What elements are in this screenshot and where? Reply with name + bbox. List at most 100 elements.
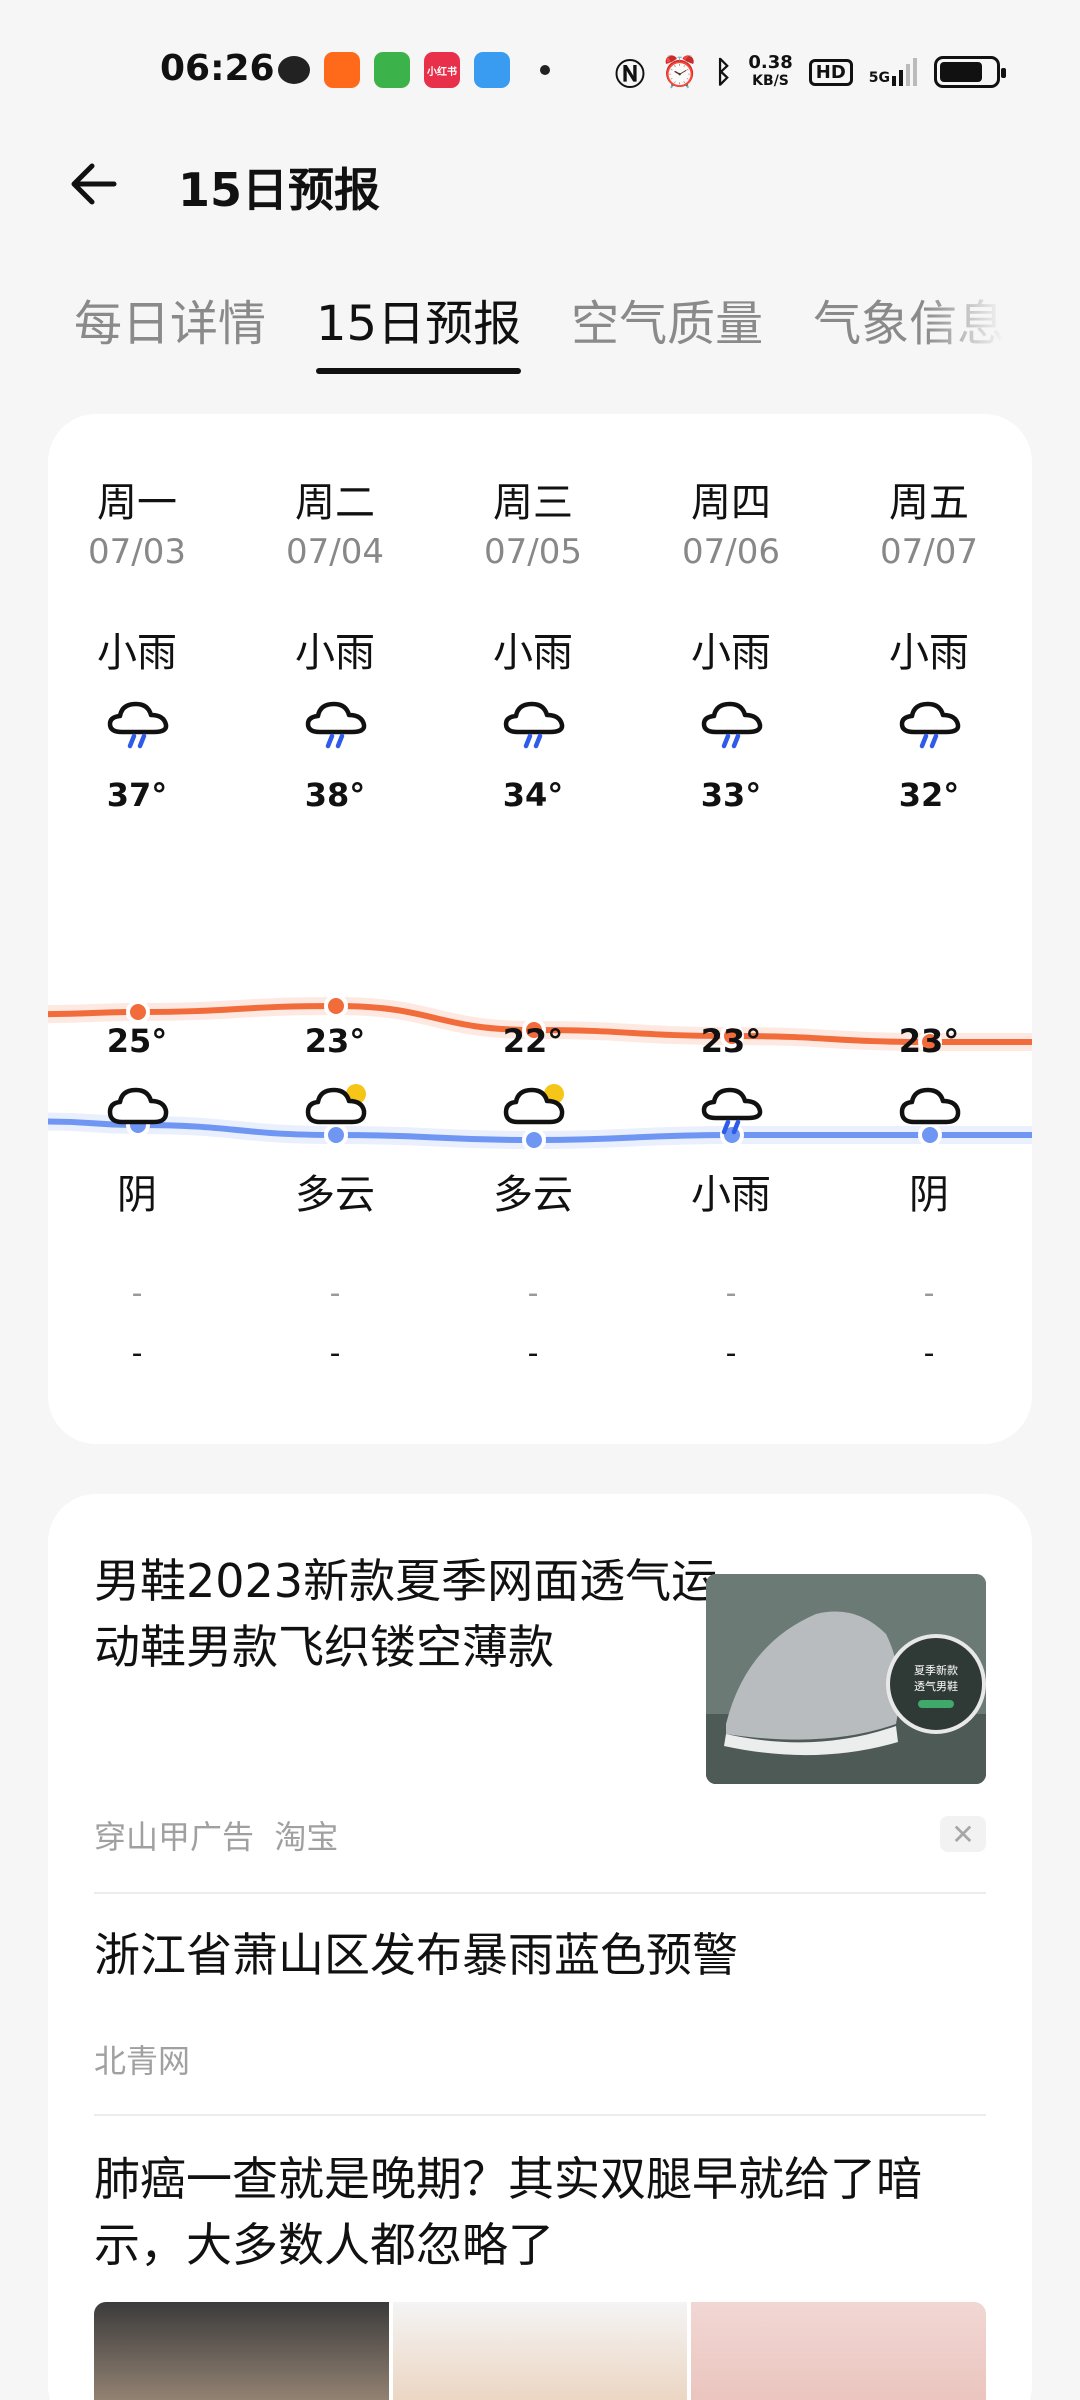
rain-icon [701,701,763,749]
night-condition: 多云 [493,1172,573,1218]
forecast-day[interactable]: 周二 07/04 小雨 38° 23° 多云 - - [236,414,434,1444]
night-condition: 阴 [117,1172,157,1218]
wind-direction: - [329,1276,341,1311]
page-title: 15日预报 [178,163,381,217]
tab-air-quality[interactable]: 空气质量 [571,284,763,374]
news-image [691,2302,986,2400]
forecast-card[interactable]: 周一 07/03 小雨 37° 25° 阴 - - 周二 07/04 小雨 38° 23° 多云 - - 周三 0… [48,414,1032,1444]
high-temp: 33° [700,776,762,814]
day-condition: 小雨 [97,630,177,676]
tab-bar: 每日详情 15日预报 空气质量 气象信息 [74,284,1004,384]
nfc-icon: Ⓝ [614,58,645,93]
ad-image[interactable]: 夏季新款 透气男鞋 [706,1574,986,1784]
date-label: 07/03 [88,532,186,572]
kuaishou-icon [324,52,360,88]
close-icon[interactable]: ✕ [940,1816,986,1852]
low-temp: 23° [700,1022,762,1060]
day-condition: 小雨 [295,630,375,676]
forecast-day[interactable]: 周四 07/06 小雨 33° 23° 小雨 - - [632,414,830,1444]
weather-app-icon [474,52,510,88]
battery-icon [934,56,1006,88]
ad-badge-line2: 透气男鞋 [914,1679,958,1693]
news-source: 北青网 [94,2042,191,2080]
low-temp: 25° [106,1022,168,1060]
tab-15-day-forecast[interactable]: 15日预报 [316,284,522,374]
divider [94,2114,986,2116]
ad-badge-line1: 夏季新款 [914,1663,958,1677]
news-image [94,2302,389,2400]
low-temp: 23° [304,1022,366,1060]
xiaohongshu-icon: 小红书 [424,52,460,88]
status-bar: 06:26 小红书 Ⓝ ⏰ ᛒ 0.38 KB/S HD 5G [0,0,1080,140]
wind-level: - [725,1336,737,1371]
wind-level: - [329,1336,341,1371]
partly-cloudy-icon [503,1084,565,1125]
cloudy-icon [899,1087,961,1125]
network-speed: 0.38 KB/S [748,52,793,90]
news-image-strip[interactable] [94,2302,986,2400]
night-condition: 多云 [295,1172,375,1218]
high-temp: 38° [304,776,366,814]
divider [94,1892,986,1894]
signal-icon: 5G [869,58,918,86]
night-condition: 阴 [909,1172,949,1218]
high-temp: 34° [502,776,564,814]
shop-icon [374,52,410,88]
wind-direction: - [923,1276,935,1311]
bluetooth-icon: ᛒ [714,54,733,90]
low-temp: 22° [502,1022,564,1060]
rain-icon [899,701,961,749]
battery-level [940,62,983,82]
hd-badge: HD [808,58,853,86]
status-time: 06:26 [160,48,275,89]
tab-daily-details[interactable]: 每日详情 [74,284,266,374]
rain-icon [701,1087,763,1135]
day-condition: 小雨 [493,630,573,676]
ad-source-label: 穿山甲广告 [94,1818,255,1856]
news-feed-card: 男鞋2023新款夏季网面透气运动鞋男款飞织镂空薄款 夏季新款 透气男鞋 穿山甲广… [48,1494,1032,2400]
low-temp: 23° [898,1022,960,1060]
high-temp: 32° [898,776,960,814]
weekday-label: 周二 [295,480,375,526]
wechat-icon [278,56,310,84]
weekday-label: 周五 [889,480,969,526]
date-label: 07/05 [484,532,582,572]
high-temp: 37° [106,776,168,814]
shoe-image: 夏季新款 透气男鞋 [706,1574,986,1784]
weekday-label: 周四 [691,480,771,526]
rain-icon [503,701,565,749]
rain-icon [107,701,169,749]
day-condition: 小雨 [691,630,771,676]
forecast-day[interactable]: 周一 07/03 小雨 37° 25° 阴 - - [48,414,236,1444]
forecast-day[interactable]: 周三 07/05 小雨 34° 22° 多云 - - [434,414,632,1444]
ad-platform: 淘宝 [274,1818,339,1856]
wind-level: - [131,1336,143,1371]
wind-level: - [527,1336,539,1371]
news-image [392,2302,688,2400]
news-title[interactable]: 浙江省萧山区发布暴雨蓝色预警 [94,1922,994,1988]
wind-direction: - [725,1276,737,1311]
more-notifications-icon [540,65,550,75]
day-condition: 小雨 [889,630,969,676]
wind-level: - [923,1336,935,1371]
wind-direction: - [527,1276,539,1311]
weekday-label: 周一 [97,480,177,526]
night-condition: 小雨 [691,1172,771,1218]
cloudy-icon [107,1087,169,1125]
tabs-fade [924,284,1004,374]
partly-cloudy-icon [305,1084,367,1125]
news-title[interactable]: 肺癌一查就是晚期？其实双腿早就给了暗示，大多数人都忽略了 [94,2146,994,2278]
alarm-icon: ⏰ [660,54,699,90]
ad-title[interactable]: 男鞋2023新款夏季网面透气运动鞋男款飞织镂空薄款 [94,1548,734,1680]
forecast-day[interactable]: 周五 07/07 小雨 32° 23° 阴 - - [830,414,1028,1444]
rain-icon [305,701,367,749]
ad-source: 穿山甲广告 淘宝 [94,1812,338,1858]
date-label: 07/06 [682,532,780,572]
wind-direction: - [131,1276,143,1311]
arrow-left-icon[interactable] [64,152,128,216]
status-indicators: Ⓝ ⏰ ᛒ 0.38 KB/S HD 5G [614,50,1006,94]
date-label: 07/07 [880,532,978,572]
notification-icons: 小红书 [278,52,550,88]
date-label: 07/04 [286,532,384,572]
weekday-label: 周三 [493,480,573,526]
